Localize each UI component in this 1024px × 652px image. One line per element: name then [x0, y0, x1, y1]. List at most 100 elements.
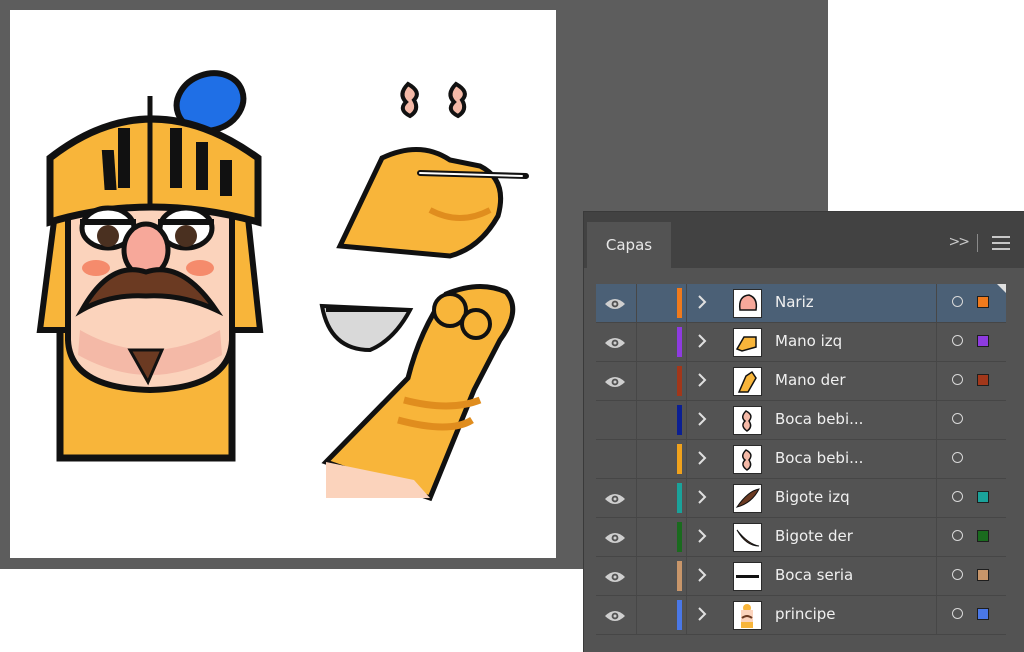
- layer-name[interactable]: Bigote der: [775, 527, 853, 545]
- target-circle-icon[interactable]: [952, 335, 963, 346]
- target-circle-icon[interactable]: [952, 569, 963, 580]
- layer-color-bar: [677, 288, 682, 318]
- selection-swatch[interactable]: [977, 569, 989, 581]
- knight-character: [36, 70, 264, 462]
- selection-swatch[interactable]: [977, 335, 989, 347]
- layer-color-bar: [677, 444, 682, 474]
- chevron-right-icon[interactable]: [696, 449, 708, 467]
- column-divider: [936, 479, 937, 517]
- column-divider: [686, 362, 687, 400]
- mouth-shapes: [400, 81, 467, 119]
- panel-header: Capas >>: [584, 212, 1024, 268]
- layer-name[interactable]: Boca seria: [775, 566, 853, 584]
- chevron-right-icon[interactable]: [696, 527, 708, 545]
- target-circle-icon[interactable]: [952, 608, 963, 619]
- layer-row[interactable]: Mano izq: [596, 323, 1006, 362]
- column-divider: [636, 596, 637, 634]
- column-divider: [936, 401, 937, 439]
- layer-row[interactable]: Nariz: [596, 284, 1006, 323]
- visibility-toggle-empty[interactable]: [604, 452, 626, 466]
- chevron-right-icon[interactable]: [696, 410, 708, 428]
- layer-name[interactable]: Nariz: [775, 293, 814, 311]
- visibility-toggle-empty[interactable]: [604, 413, 626, 427]
- column-divider: [636, 362, 637, 400]
- artboard[interactable]: [10, 10, 556, 558]
- layer-name[interactable]: Mano der: [775, 371, 846, 389]
- eye-icon[interactable]: [604, 335, 626, 349]
- eye-icon[interactable]: [604, 608, 626, 622]
- target-circle-icon[interactable]: [952, 491, 963, 502]
- layer-row[interactable]: Boca bebi...: [596, 440, 1006, 479]
- target-circle-icon[interactable]: [952, 374, 963, 385]
- layer-thumbnail: [733, 484, 762, 513]
- chevron-right-icon[interactable]: [696, 605, 708, 623]
- column-divider: [686, 284, 687, 322]
- double-chevron-right-icon[interactable]: >>: [949, 234, 971, 250]
- target-circle-icon[interactable]: [952, 452, 963, 463]
- column-divider: [686, 557, 687, 595]
- column-divider: [636, 479, 637, 517]
- layer-row[interactable]: Mano der: [596, 362, 1006, 401]
- layer-color-bar: [677, 483, 682, 513]
- target-circle-icon[interactable]: [952, 296, 963, 307]
- tab-capas[interactable]: Capas: [587, 222, 671, 268]
- column-divider: [936, 284, 937, 322]
- column-divider: [686, 479, 687, 517]
- eye-icon[interactable]: [604, 296, 626, 310]
- layer-thumbnail: [733, 367, 762, 396]
- column-divider: [936, 557, 937, 595]
- eye-icon[interactable]: [604, 491, 626, 505]
- column-divider: [936, 323, 937, 361]
- column-divider: [686, 518, 687, 556]
- column-divider: [686, 596, 687, 634]
- chevron-right-icon[interactable]: [696, 488, 708, 506]
- layer-color-bar: [677, 561, 682, 591]
- layer-row[interactable]: Boca seria: [596, 557, 1006, 596]
- column-divider: [686, 401, 687, 439]
- selection-swatch[interactable]: [977, 530, 989, 542]
- column-divider: [936, 440, 937, 478]
- selection-swatch[interactable]: [977, 296, 989, 308]
- layer-thumbnail: [733, 562, 762, 591]
- hamburger-menu-icon[interactable]: [992, 236, 1010, 250]
- layer-row[interactable]: principe: [596, 596, 1006, 635]
- eye-icon[interactable]: [604, 569, 626, 583]
- corner-indicator: [997, 284, 1006, 293]
- layer-thumbnail: [733, 523, 762, 552]
- selection-swatch[interactable]: [977, 608, 989, 620]
- left-hand-shape: [336, 147, 529, 259]
- column-divider: [936, 518, 937, 556]
- column-divider: [636, 323, 637, 361]
- layer-row[interactable]: Boca bebi...: [596, 401, 1006, 440]
- layer-name[interactable]: principe: [775, 605, 836, 623]
- eye-icon[interactable]: [604, 374, 626, 388]
- column-divider: [936, 596, 937, 634]
- layer-row[interactable]: Bigote izq: [596, 479, 1006, 518]
- target-circle-icon[interactable]: [952, 413, 963, 424]
- layer-name[interactable]: Bigote izq: [775, 488, 850, 506]
- chevron-right-icon[interactable]: [696, 332, 708, 350]
- selection-swatch[interactable]: [977, 491, 989, 503]
- layer-color-bar: [677, 405, 682, 435]
- layer-thumbnail: [733, 328, 762, 357]
- column-divider: [636, 401, 637, 439]
- chevron-right-icon[interactable]: [696, 293, 708, 311]
- selection-swatch[interactable]: [977, 374, 989, 386]
- chevron-right-icon[interactable]: [696, 371, 708, 389]
- layer-name[interactable]: Mano izq: [775, 332, 842, 350]
- right-hand-with-cup: [319, 284, 516, 502]
- target-circle-icon[interactable]: [952, 530, 963, 541]
- layer-thumbnail: [733, 601, 762, 630]
- layer-list: Nariz Mano izq Mano der Boca bebi... Boca be…: [596, 284, 1006, 635]
- layer-thumbnail: [733, 406, 762, 435]
- layer-color-bar: [677, 366, 682, 396]
- column-divider: [686, 323, 687, 361]
- layer-color-bar: [677, 600, 682, 630]
- layer-row[interactable]: Bigote der: [596, 518, 1006, 557]
- column-divider: [636, 557, 637, 595]
- layer-name[interactable]: Boca bebi...: [775, 449, 863, 467]
- eye-icon[interactable]: [604, 530, 626, 544]
- chevron-right-icon[interactable]: [696, 566, 708, 584]
- layer-name[interactable]: Boca bebi...: [775, 410, 863, 428]
- layer-thumbnail: [733, 289, 762, 318]
